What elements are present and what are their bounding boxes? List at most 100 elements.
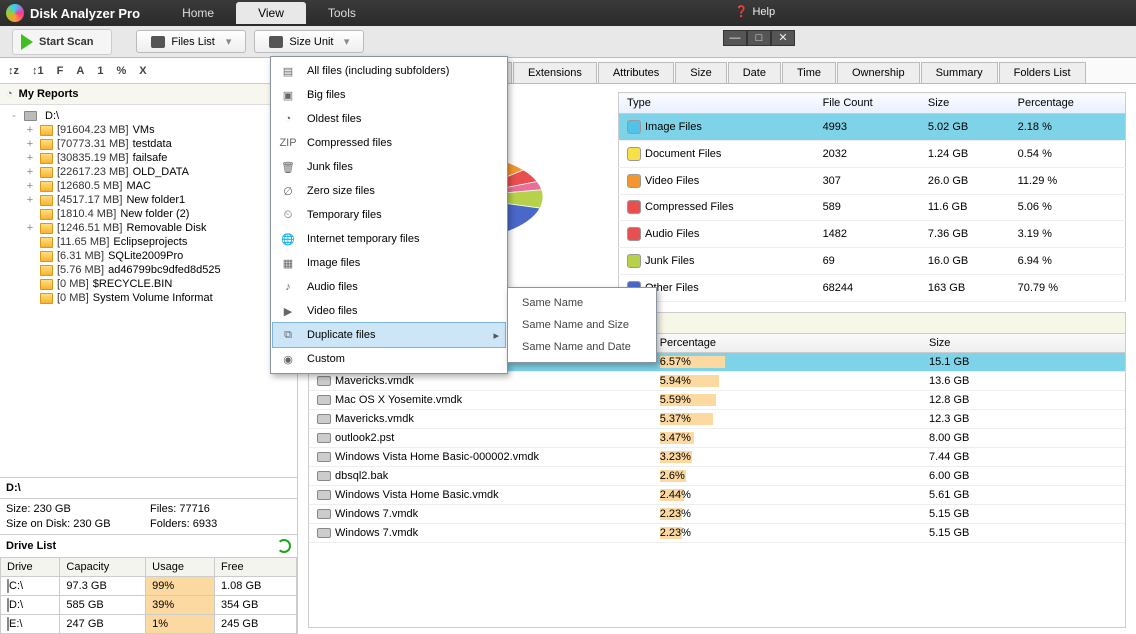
dropdown-item[interactable]: ◔Oldest files	[273, 107, 505, 131]
duplicate-files-submenu[interactable]: Same NameSame Name and SizeSame Name and…	[507, 287, 657, 363]
sort-btn[interactable]: ↕z	[2, 62, 25, 80]
file-row[interactable]: Mavericks.vmdk5.94%13.6 GB	[309, 372, 1125, 391]
drive-row[interactable]: D:\585 GB39%354 GB	[1, 596, 297, 615]
file-row[interactable]: Windows Vista Home Basic.vmdk2.44%5.61 G…	[309, 486, 1125, 505]
drive-list-header: Drive List	[0, 535, 297, 557]
disk-icon	[317, 395, 331, 405]
close-button[interactable]: ✕	[771, 30, 795, 46]
type-row[interactable]: Document Files20321.24 GB0.54 %	[619, 140, 1126, 167]
tree-node[interactable]: +[30835.19 MB] failsafe	[4, 151, 293, 165]
type-row[interactable]: Other Files68244163 GB70.79 %	[619, 275, 1126, 302]
tree-node[interactable]: [0 MB] $RECYCLE.BIN	[4, 277, 293, 291]
start-scan-button[interactable]: Start Scan	[12, 29, 112, 55]
view-tab[interactable]: Ownership	[837, 62, 920, 83]
sort-btn[interactable]: F	[51, 62, 70, 80]
submenu-item[interactable]: Same Name and Size	[512, 314, 652, 336]
file-row[interactable]: outlook2.pst3.47%8.00 GB	[309, 429, 1125, 448]
col-header[interactable]: Drive	[1, 558, 60, 577]
col-header[interactable]: Size	[920, 93, 1010, 114]
col-header[interactable]: Percentage	[652, 334, 921, 353]
col-header[interactable]: File Count	[815, 93, 920, 114]
folder-icon	[40, 153, 53, 164]
tab-home[interactable]: Home	[160, 2, 236, 24]
tree-node[interactable]: [6.31 MB] SQLite2009Pro	[4, 249, 293, 263]
file-row[interactable]: Windows 7.vmdk2.23%5.15 GB	[309, 505, 1125, 524]
view-tab[interactable]: Date	[728, 62, 781, 83]
drive-icon	[7, 617, 9, 631]
type-row[interactable]: Compressed Files58911.6 GB5.06 %	[619, 194, 1126, 221]
type-row[interactable]: Junk Files6916.0 GB6.94 %	[619, 248, 1126, 275]
tree-node[interactable]: +[1246.51 MB] Removable Disk	[4, 221, 293, 235]
top-files-table[interactable]: NamePercentageSizeWindows 7-000004.vmdk6…	[308, 334, 1126, 628]
dropdown-item[interactable]: 🌐Internet temporary files	[273, 227, 505, 251]
tree-node[interactable]: +[12680.5 MB] MAC	[4, 179, 293, 193]
file-types-table[interactable]: TypeFile CountSizePercentage Image Files…	[618, 92, 1126, 302]
type-row[interactable]: Image Files49935.02 GB2.18 %	[619, 114, 1126, 141]
folder-icon	[40, 125, 53, 136]
view-tab[interactable]: Attributes	[598, 62, 674, 83]
view-tab[interactable]: Size	[675, 62, 726, 83]
view-tab[interactable]: Folders List	[999, 62, 1086, 83]
col-header[interactable]: Free	[214, 558, 296, 577]
tab-view[interactable]: View	[236, 2, 306, 24]
col-header[interactable]: Type	[619, 93, 815, 114]
drive-row[interactable]: C:\97.3 GB99%1.08 GB	[1, 577, 297, 596]
type-row[interactable]: Video Files30726.0 GB11.29 %	[619, 167, 1126, 194]
dropdown-item[interactable]: ▣Big files	[273, 83, 505, 107]
help-link[interactable]: ❓ Help	[735, 5, 775, 18]
tree-node[interactable]: +[22617.23 MB] OLD_DATA	[4, 165, 293, 179]
tree-node[interactable]: [1810.4 MB] New folder (2)	[4, 207, 293, 221]
file-row[interactable]: Windows 7.vmdk2.23%5.15 GB	[309, 524, 1125, 543]
dropdown-item[interactable]: ♪Audio files	[273, 275, 505, 299]
col-header[interactable]: Percentage	[1010, 93, 1126, 114]
dropdown-item[interactable]: ∅Zero size files	[273, 179, 505, 203]
col-header[interactable]: Size	[921, 334, 1125, 353]
sort-btn[interactable]: ↕1	[26, 62, 50, 80]
current-path: D:\	[0, 477, 297, 498]
file-row[interactable]: Mavericks.vmdk5.37%12.3 GB	[309, 410, 1125, 429]
sort-btn[interactable]: X	[133, 62, 152, 80]
maximize-button[interactable]: □	[747, 30, 771, 46]
refresh-icon[interactable]	[277, 539, 291, 553]
file-row[interactable]: dbsql2.bak2.6%6.00 GB	[309, 467, 1125, 486]
dropdown-item[interactable]: 🗑Junk files	[273, 155, 505, 179]
tree-node[interactable]: [5.76 MB] ad46799bc9dfed8d525	[4, 263, 293, 277]
view-tab[interactable]: Extensions	[513, 62, 597, 83]
tree-node[interactable]: - D:\	[4, 109, 293, 123]
disk-icon	[317, 414, 331, 424]
swatch-icon	[627, 147, 641, 161]
sort-btn[interactable]: 1	[91, 62, 109, 80]
dropdown-item[interactable]: ▶Video files	[273, 299, 505, 323]
dropdown-item[interactable]: ▦Image files	[273, 251, 505, 275]
view-tab[interactable]: Time	[782, 62, 836, 83]
dropdown-item[interactable]: ZIPCompressed files	[273, 131, 505, 155]
drive-row[interactable]: E:\247 GB1%245 GB	[1, 615, 297, 634]
sort-btn[interactable]: %	[110, 62, 132, 80]
sort-btn[interactable]: A	[70, 62, 90, 80]
col-header[interactable]: Capacity	[60, 558, 146, 577]
folder-icon	[40, 293, 53, 304]
dropdown-item[interactable]: ▤All files (including subfolders)	[273, 59, 505, 83]
view-tab[interactable]: Summary	[921, 62, 998, 83]
submenu-item[interactable]: Same Name and Date	[512, 336, 652, 358]
files-list-dropdown[interactable]: ▤All files (including subfolders)▣Big fi…	[270, 56, 508, 374]
dropdown-item[interactable]: ◉Custom	[273, 347, 505, 371]
submenu-item[interactable]: Same Name	[512, 292, 652, 314]
file-row[interactable]: Windows Vista Home Basic-000002.vmdk3.23…	[309, 448, 1125, 467]
size-unit-button[interactable]: Size Unit ▾	[254, 30, 364, 53]
tree-node[interactable]: +[70773.31 MB] testdata	[4, 137, 293, 151]
minimize-button[interactable]: —	[723, 30, 747, 46]
tree-node[interactable]: [0 MB] System Volume Informat	[4, 291, 293, 305]
tree-node[interactable]: +[4517.17 MB] New folder1	[4, 193, 293, 207]
tree-node[interactable]: +[91604.23 MB] VMs	[4, 123, 293, 137]
dropdown-item[interactable]: ⧉Duplicate files▸	[272, 322, 506, 348]
tree-node[interactable]: [11.65 MB] Eclipseprojects	[4, 235, 293, 249]
menu-icon: ▦	[279, 255, 297, 271]
tab-tools[interactable]: Tools	[306, 2, 378, 24]
file-row[interactable]: Mac OS X Yosemite.vmdk5.59%12.8 GB	[309, 391, 1125, 410]
col-header[interactable]: Usage	[146, 558, 215, 577]
dropdown-item[interactable]: ⏲Temporary files	[273, 203, 505, 227]
files-list-button[interactable]: Files List ▾	[136, 30, 246, 53]
type-row[interactable]: Audio Files14827.36 GB3.19 %	[619, 221, 1126, 248]
folder-tree[interactable]: - D:\+[91604.23 MB] VMs+[70773.31 MB] te…	[0, 105, 297, 477]
